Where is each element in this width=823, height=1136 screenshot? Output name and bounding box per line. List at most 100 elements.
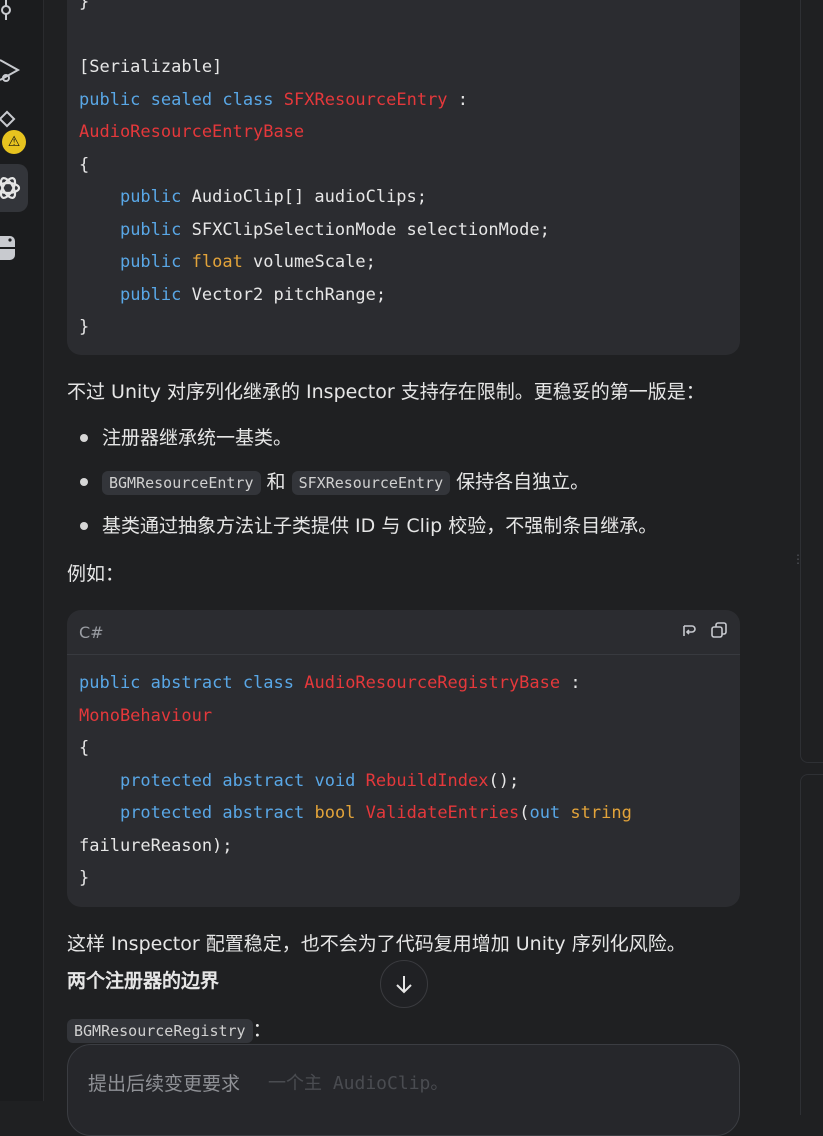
paragraph-example: 例如： xyxy=(67,563,125,585)
code-line: protected abstract bool ValidateEntries(… xyxy=(79,797,728,830)
bullet-marker xyxy=(80,478,88,486)
code-line: public sealed class SFXResourceEntry : xyxy=(79,84,728,117)
code-line: public Vector2 pitchRange; xyxy=(79,279,728,312)
code-line: AudioResourceEntryBase xyxy=(79,116,728,149)
python-icon[interactable] xyxy=(0,228,28,268)
code-line: public float volumeScale; xyxy=(79,246,728,279)
code-token: public xyxy=(119,284,182,305)
code-block-sfx-entry: } [Serializable] public sealed class SFXR… xyxy=(67,0,740,355)
code-line: public SFXClipSelectionMode selectionMod… xyxy=(79,214,728,247)
code-token: public xyxy=(119,252,182,272)
code-token: RebuildIndex xyxy=(365,770,489,791)
code-block-header: C# xyxy=(67,610,740,655)
code-token: AudioClip[] audioClips; xyxy=(181,187,428,207)
chatgpt-icon[interactable] xyxy=(0,168,28,208)
code-language-label: C# xyxy=(79,622,104,642)
code-token: abstract xyxy=(222,803,305,823)
bullet-marker xyxy=(80,522,88,530)
code-token: public xyxy=(119,187,182,207)
copy-icon[interactable] xyxy=(710,621,728,644)
code-line: } xyxy=(79,311,728,344)
arrow-down-icon xyxy=(396,976,412,994)
code-content: public abstract class AudioResourceRegis… xyxy=(67,655,740,895)
code-line: protected abstract void RebuildIndex(); xyxy=(79,765,728,798)
registry-label-line: BGMResourceRegistry： xyxy=(67,1016,272,1044)
warning-icon: ⚠ xyxy=(2,130,26,154)
code-token: out xyxy=(529,803,561,823)
paragraph-inspector-stable: 这样 Inspector 配置稳定，也不会为了代码复用增加 Unity 序列化风… xyxy=(67,933,686,955)
inline-code-bgm-registry: BGMResourceRegistry xyxy=(67,1018,253,1043)
resize-handle-icon[interactable]: ⋮ xyxy=(792,553,804,576)
registry-colon: ： xyxy=(252,1019,272,1041)
left-sidebar: ⚠ xyxy=(0,0,44,1101)
bullet-item-2-tail: 保持各自独立。 xyxy=(456,471,590,493)
code-token: : xyxy=(560,673,581,693)
right-panel-frame-lower xyxy=(800,774,823,1115)
code-token: public xyxy=(119,219,182,240)
source-control-icon[interactable] xyxy=(0,0,28,26)
code-token: abstract xyxy=(222,770,305,791)
inline-code-bgm-entry: BGMResourceEntry xyxy=(102,470,261,495)
scroll-to-bottom-button[interactable] xyxy=(380,960,428,1008)
section-heading-registry-boundary: 两个注册器的边界 xyxy=(67,970,220,992)
run-debug-icon[interactable] xyxy=(0,50,28,90)
code-token: ( xyxy=(519,803,530,823)
code-token: class xyxy=(222,89,274,110)
code-token: volumeScale; xyxy=(242,252,376,272)
inline-code-sfx-entry: SFXResourceEntry xyxy=(291,470,451,495)
code-content: } [Serializable] public sealed class SFXR… xyxy=(67,0,740,344)
code-line: { xyxy=(79,732,728,765)
prompt-input-box[interactable]: 一个主 AudioClip。 提出后续变更要求 xyxy=(67,1044,740,1136)
code-token: string xyxy=(570,803,632,823)
code-token: SFXResourceEntry xyxy=(283,89,448,110)
prompt-input[interactable]: 提出后续变更要求 xyxy=(88,1069,240,1096)
code-token: (); xyxy=(488,770,520,791)
code-line: { xyxy=(79,149,728,182)
bullet-item-2-and: 和 xyxy=(266,471,286,493)
code-token: failureReason); xyxy=(79,835,233,856)
code-line: } xyxy=(79,0,728,19)
code-line: public AudioClip[] audioClips; xyxy=(79,181,728,214)
code-token: protected xyxy=(119,770,213,791)
code-token: public xyxy=(79,673,141,693)
code-token: AudioResourceEntryBase xyxy=(79,122,305,142)
bullet-item-2: BGMResourceEntry 和 SFXResourceEntry 保持各自… xyxy=(102,468,589,496)
code-token: Vector2 pitchRange; xyxy=(181,284,387,305)
paragraph-inspector-limit: 不过 Unity 对序列化继承的 Inspector 支持存在限制。更稳妥的第一… xyxy=(67,381,705,403)
code-token: ValidateEntries xyxy=(365,803,520,823)
wrap-lines-icon[interactable] xyxy=(682,622,698,643)
bullet-item-1: 注册器继承统一基类。 xyxy=(102,427,293,449)
code-token: public xyxy=(79,89,141,110)
right-panel-frame xyxy=(800,0,823,763)
code-token: } xyxy=(79,0,90,12)
obscured-text-behind-input: 一个主 AudioClip。 xyxy=(268,1073,449,1094)
code-token: : xyxy=(447,89,469,110)
code-token: MonoBehaviour xyxy=(79,705,213,726)
code-line: failureReason); xyxy=(79,830,728,863)
code-token: bool xyxy=(314,803,356,823)
code-line: } xyxy=(79,862,728,895)
code-token: } xyxy=(79,317,90,337)
code-token: sealed xyxy=(150,89,213,110)
code-token: } xyxy=(79,868,90,888)
code-token: float xyxy=(191,252,243,272)
code-token: AudioResourceRegistryBase xyxy=(304,673,561,693)
bullet-marker xyxy=(80,434,88,442)
code-token: class xyxy=(242,673,294,693)
